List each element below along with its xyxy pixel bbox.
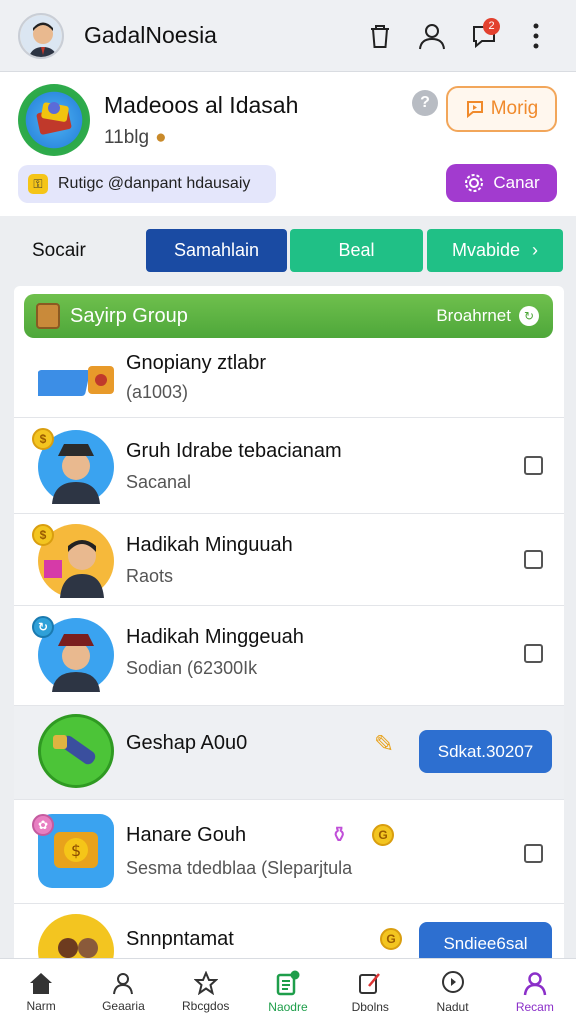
- tab-mvabide[interactable]: Mvabide ›: [427, 229, 563, 272]
- select-checkbox[interactable]: [524, 844, 543, 863]
- list-item-title: Hadikah Minguuah: [126, 534, 293, 556]
- group-logo: [18, 84, 90, 156]
- nav-label: Dbolns: [351, 999, 389, 1014]
- overflow-menu-button[interactable]: [514, 14, 558, 58]
- list-item-title: Geshap A0u0: [126, 732, 248, 754]
- select-checkbox[interactable]: [524, 550, 543, 569]
- list-item[interactable]: $ Hadikah Minguuah Raots: [14, 514, 564, 606]
- person-icon: [419, 23, 445, 49]
- nav-item-account[interactable]: Recam: [494, 959, 576, 1024]
- nav-label: Narm: [26, 998, 56, 1013]
- nav-item-edit[interactable]: Dbolns: [329, 959, 411, 1024]
- messages-button[interactable]: 2: [462, 14, 506, 58]
- tool-thumbnail: [38, 714, 114, 788]
- list-item-title: Gruh Idrabe tebacianam: [126, 440, 342, 462]
- tab-beal[interactable]: Beal: [290, 229, 423, 272]
- more-button-label: Morig: [490, 98, 539, 119]
- list-item-title: Hanare Gouh: [126, 824, 247, 846]
- coin-icon: $: [32, 524, 54, 546]
- list-item[interactable]: Geshap A0u0 ✎ Sdkat.30207: [14, 706, 564, 800]
- list-item-subtitle: Sodian (62300Ik: [126, 658, 258, 678]
- nav-item-profile[interactable]: Geaaria: [82, 959, 164, 1024]
- help-icon[interactable]: ?: [412, 90, 438, 116]
- profile-subtitle: 11blg ●: [104, 127, 167, 149]
- profile-card: Madeoos al Idasah 11blg ● ? Morig ⚿ Rutig…: [0, 72, 576, 216]
- list-item-subtitle: Sesma tdedblaa (Sleparjtula: [126, 858, 353, 878]
- more-button[interactable]: Morig: [446, 86, 557, 132]
- app-bar: GadalNoesia 2: [0, 0, 576, 72]
- nav-item-chat[interactable]: Nadut: [411, 959, 493, 1024]
- bottom-nav: Narm Geaaria Rbcgdos Naodre Dbolns Nadut…: [0, 958, 576, 1024]
- select-checkbox[interactable]: [524, 456, 543, 475]
- potion-icon: ⚱: [330, 822, 349, 847]
- profile-button[interactable]: [410, 14, 454, 58]
- edit-icon: [359, 972, 381, 994]
- tab-mvabide-label: Mvabide: [451, 240, 521, 260]
- account-icon: [523, 971, 547, 995]
- profile-sub-text: 11blg: [104, 127, 150, 148]
- nav-label: Naodre: [268, 999, 308, 1014]
- list-item-subtitle: (a1003): [126, 382, 189, 402]
- app-title: GadalNoesia: [84, 22, 217, 48]
- notification-badge: 2: [483, 17, 500, 35]
- star-icon: [193, 970, 218, 995]
- chevron-right-icon: ›: [532, 240, 539, 260]
- nav-item-rewards[interactable]: Rbcgdos: [165, 959, 247, 1024]
- referral-chip[interactable]: ⚿ Rutigc @danpant hdausaiy: [18, 165, 276, 203]
- status-pill-button[interactable]: Sdkat.30207: [419, 730, 552, 773]
- list-item-title: Hadikah Minggeuah: [126, 626, 304, 648]
- trash-icon: [371, 24, 389, 48]
- cancel-button[interactable]: Canar: [446, 164, 557, 202]
- list-item[interactable]: ↻ Hadikah Minggeuah Sodian (62300Ik: [14, 606, 564, 706]
- treasure-box-icon: [36, 303, 60, 329]
- refresh-icon: ↻: [519, 306, 539, 326]
- nav-item-notes[interactable]: Naodre: [247, 959, 329, 1024]
- chat-bubble-icon: [441, 970, 464, 993]
- nav-label: Rbcgdos: [182, 998, 230, 1013]
- list-item-title: Gnopiany ztlabr: [126, 352, 267, 374]
- list-item-subtitle: Sacanal: [126, 472, 192, 492]
- pencil-icon: ✎: [374, 731, 395, 758]
- gear-icon: [465, 174, 484, 192]
- person-icon: [113, 972, 134, 994]
- filter-label: Socair: [32, 240, 86, 261]
- play-chat-icon: [466, 101, 483, 119]
- more-vert-icon: [533, 23, 539, 48]
- nav-label: Geaaria: [102, 998, 145, 1013]
- key-icon: ⚿: [28, 174, 48, 194]
- nav-label: Recam: [515, 999, 554, 1014]
- svg-text:$: $: [71, 841, 81, 860]
- ribbon-icon: ✿: [32, 814, 54, 836]
- list-item[interactable]: $ ✿ Hanare Gouh ⚱ G Sesma tdedblaa (Slep…: [14, 800, 564, 904]
- group-list-panel: Sayirp Group Broahrnet ↻ Gnopiany ztlabr…: [14, 286, 564, 976]
- notes-icon: [276, 970, 300, 995]
- nav-label: Nadut: [436, 999, 469, 1014]
- select-checkbox[interactable]: [524, 644, 543, 663]
- cookie-icon: ●: [155, 127, 167, 148]
- list-item[interactable]: Gnopiany ztlabr (a1003): [14, 344, 564, 418]
- cancel-button-label: Canar: [493, 173, 540, 192]
- refresh-badge-icon: ↻: [32, 616, 54, 638]
- group-header[interactable]: Sayirp Group Broahrnet ↻: [24, 294, 553, 338]
- coin-icon: G: [380, 928, 402, 950]
- group-header-title: Sayirp Group: [70, 304, 188, 327]
- profile-name: Madeoos al Idasah: [104, 92, 299, 118]
- list-item-subtitle: Raots: [126, 566, 174, 586]
- filter-bar: Socair Samahlain Beal Mvabide ›: [0, 218, 576, 284]
- group-header-right: Broahrnet ↻: [436, 306, 539, 326]
- list-item[interactable]: $ Gruh Idrabe tebacianam Sacanal: [14, 418, 564, 514]
- nav-item-home[interactable]: Narm: [0, 959, 82, 1024]
- tab-samahlain[interactable]: Samahlain: [146, 229, 287, 272]
- group-header-right-label: Broahrnet: [436, 306, 511, 325]
- coin-icon: G: [372, 824, 394, 846]
- game-board-thumbnail: [38, 366, 114, 396]
- trash-button[interactable]: [358, 14, 402, 58]
- referral-chip-label: Rutigc @danpant hdausaiy: [58, 175, 251, 192]
- coin-icon: $: [32, 428, 54, 450]
- list-item-title: Snnpntamat: [126, 928, 234, 950]
- home-icon: [30, 972, 53, 994]
- user-avatar[interactable]: [18, 12, 64, 59]
